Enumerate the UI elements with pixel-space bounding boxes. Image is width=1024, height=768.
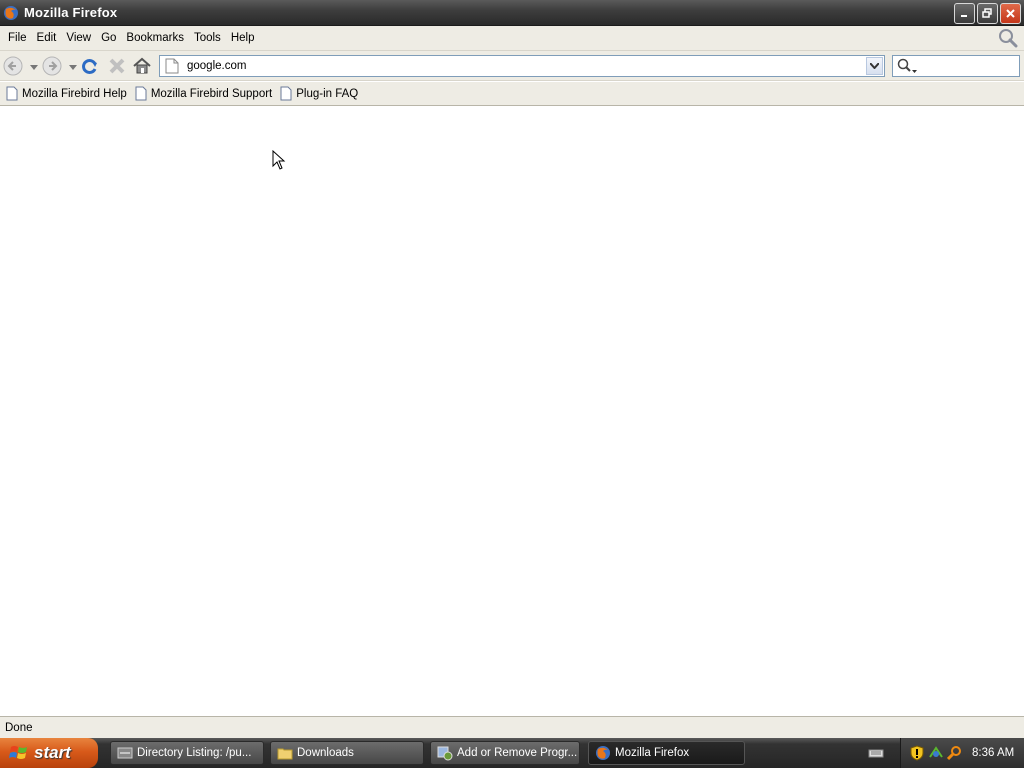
clock[interactable]: 8:36 AM — [972, 747, 1014, 759]
forward-button[interactable] — [41, 55, 63, 77]
url-bar[interactable]: google.com — [159, 55, 885, 77]
taskbar-item-label: Mozilla Firefox — [615, 747, 690, 759]
back-button[interactable] — [2, 55, 24, 77]
search-icon[interactable] — [896, 58, 918, 74]
throbber-icon[interactable] — [997, 27, 1019, 49]
page-icon — [135, 86, 147, 101]
security-shield-icon[interactable] — [909, 745, 925, 761]
window-title: Mozilla Firefox — [24, 5, 118, 20]
page-icon — [280, 86, 292, 101]
page-icon — [165, 58, 179, 74]
home-icon — [133, 57, 151, 74]
start-label: start — [34, 743, 71, 762]
chevron-down-icon — [870, 63, 879, 69]
menu-edit[interactable]: Edit — [32, 26, 62, 51]
page-content[interactable] — [0, 106, 1024, 716]
url-history-dropdown[interactable] — [866, 57, 883, 75]
back-arrow-icon — [3, 56, 23, 76]
bookmark-label: Mozilla Firebird Support — [150, 87, 273, 100]
menu-help[interactable]: Help — [226, 26, 260, 51]
status-bar: Done — [0, 716, 1024, 738]
start-button[interactable]: start — [0, 738, 98, 768]
taskbar: start Directory Listing: /pu... Download… — [0, 738, 1024, 768]
taskbar-item-add-remove-programs[interactable]: Add or Remove Progr... — [430, 741, 580, 765]
taskbar-item-label: Downloads — [297, 747, 354, 759]
forward-history-dropdown[interactable] — [68, 63, 77, 71]
restore-button[interactable] — [977, 3, 998, 24]
menu-bar: File Edit View Go Bookmarks Tools Help — [0, 26, 1024, 51]
bookmark-firebird-support[interactable]: Mozilla Firebird Support — [135, 86, 272, 101]
system-tray: 8:36 AM — [900, 738, 1024, 768]
firefox-icon — [3, 5, 19, 21]
minimize-icon — [961, 15, 967, 17]
mouse-cursor-icon — [272, 150, 286, 170]
bookmark-label: Plug-in FAQ — [296, 87, 359, 100]
bookmark-plugin-faq[interactable]: Plug-in FAQ — [280, 86, 358, 101]
search-box[interactable] — [892, 55, 1020, 77]
keyboard-icon[interactable] — [868, 745, 884, 761]
close-icon — [1006, 9, 1015, 18]
chevron-down-icon — [68, 64, 77, 70]
bookmark-label: Mozilla Firebird Help — [22, 87, 127, 100]
reload-button[interactable] — [79, 55, 101, 77]
add-remove-icon — [437, 746, 453, 761]
taskbar-item-downloads[interactable]: Downloads — [270, 741, 424, 765]
taskbar-item-firefox[interactable]: Mozilla Firefox — [588, 741, 745, 765]
windows-logo-icon — [9, 746, 27, 759]
status-text: Done — [5, 721, 33, 734]
folder-icon — [277, 748, 293, 760]
page-icon — [6, 86, 18, 101]
taskbar-item-label: Add or Remove Progr... — [457, 747, 578, 759]
taskbar-item-label: Directory Listing: /pu... — [137, 747, 252, 759]
bookmarks-toolbar: Mozilla Firebird Help Mozilla Firebird S… — [0, 82, 1024, 106]
restore-icon — [982, 8, 992, 18]
stop-icon — [109, 58, 125, 74]
title-bar[interactable]: Mozilla Firefox — [0, 0, 1024, 26]
minimize-button[interactable] — [954, 3, 975, 24]
menu-bookmarks[interactable]: Bookmarks — [121, 26, 189, 51]
menu-file[interactable]: File — [3, 26, 32, 51]
forward-arrow-icon — [42, 56, 62, 76]
menu-go[interactable]: Go — [96, 26, 121, 51]
home-button[interactable] — [131, 55, 153, 77]
menu-view[interactable]: View — [61, 26, 96, 51]
taskbar-item-directory-listing[interactable]: Directory Listing: /pu... — [110, 741, 264, 765]
bookmark-firebird-help[interactable]: Mozilla Firebird Help — [6, 86, 127, 101]
close-button[interactable] — [1000, 3, 1021, 24]
ftp-icon — [117, 747, 133, 759]
back-history-dropdown[interactable] — [29, 63, 38, 71]
search-icon[interactable] — [947, 745, 963, 761]
chevron-down-icon — [29, 64, 38, 70]
firefox-icon — [596, 746, 610, 760]
url-input[interactable]: google.com — [187, 60, 866, 72]
network-icon[interactable] — [928, 745, 944, 761]
reload-icon — [82, 59, 97, 74]
stop-button[interactable] — [106, 55, 128, 77]
menu-tools[interactable]: Tools — [189, 26, 226, 51]
